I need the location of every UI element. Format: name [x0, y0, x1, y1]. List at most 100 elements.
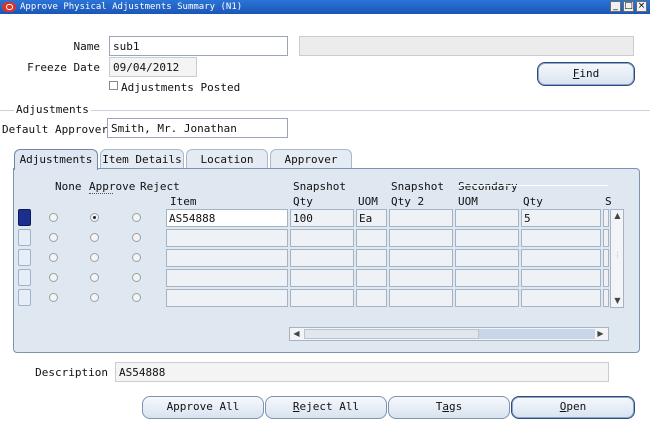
reject-radio[interactable] [132, 293, 141, 302]
cell-sec_uom[interactable] [455, 269, 519, 287]
col-header-secondary-uom: UOM [458, 195, 478, 208]
reject-radio[interactable] [132, 273, 141, 282]
cell-qty[interactable]: 100 [290, 209, 354, 227]
freeze-date-label: Freeze Date [27, 61, 100, 74]
col-header-snapshot-top: Snapshot [293, 180, 346, 193]
minimize-button[interactable]: _ [610, 1, 621, 12]
none-radio[interactable] [49, 233, 58, 242]
cell-sec_uom[interactable] [455, 289, 519, 307]
cell-sec_qty[interactable] [521, 289, 601, 307]
freeze-date-field[interactable]: 09/04/2012 [109, 57, 197, 77]
col-header-snapshot-qty2: Qty 2 [391, 195, 425, 208]
row-indicator[interactable] [18, 229, 31, 246]
cell-qty[interactable] [290, 249, 354, 267]
col-header-uom: UOM [358, 195, 378, 208]
reject-radio[interactable] [132, 253, 141, 262]
secondary-group-line [458, 185, 608, 186]
none-radio[interactable] [49, 293, 58, 302]
cell-item[interactable] [166, 249, 288, 267]
cell-sec_uom[interactable] [455, 229, 519, 247]
cell-qty2[interactable] [389, 269, 453, 287]
adjustments-posted-label: Adjustments Posted [121, 81, 241, 94]
cell-trunc[interactable] [603, 289, 609, 307]
section-divider [0, 110, 650, 111]
col-header-secondary-top: Secondary [458, 180, 518, 193]
vertical-scrollbar[interactable]: ▲ ⋮ ▼ [610, 209, 624, 308]
tab-item-details[interactable]: Item Details [100, 149, 184, 169]
row-indicator[interactable] [18, 249, 31, 266]
horizontal-scrollbar[interactable]: ◀ ▶ [289, 327, 609, 341]
adjustments-section-title: Adjustments [14, 103, 91, 116]
cell-uom[interactable]: Ea [356, 209, 387, 227]
cell-qty2[interactable] [389, 249, 453, 267]
cell-item[interactable] [166, 269, 288, 287]
tab-approver[interactable]: Approver [270, 149, 352, 169]
approve-radio[interactable] [90, 293, 99, 302]
col-header-snapshot-qty: Qty [293, 195, 313, 208]
approve-radio[interactable] [90, 273, 99, 282]
name-field[interactable]: sub1 [109, 36, 288, 56]
cell-sec_uom[interactable] [455, 249, 519, 267]
tags-button[interactable]: Tags [388, 396, 510, 419]
row-indicator[interactable] [18, 209, 31, 226]
cell-trunc[interactable] [603, 269, 609, 287]
scroll-up-icon[interactable]: ▲ [613, 211, 622, 220]
name-description-field[interactable] [299, 36, 634, 56]
adjustments-posted-checkbox[interactable] [109, 81, 118, 90]
close-button[interactable]: × [636, 1, 647, 12]
cell-uom[interactable] [356, 249, 387, 267]
cell-qty[interactable] [290, 289, 354, 307]
default-approver-field[interactable]: Smith, Mr. Jonathan [107, 118, 288, 138]
approve-radio[interactable] [90, 233, 99, 242]
cell-item[interactable]: AS54888 [166, 209, 288, 227]
reject-all-button[interactable]: Reject All [265, 396, 387, 419]
approve-radio[interactable] [90, 213, 99, 222]
cell-trunc[interactable] [603, 249, 609, 267]
tab-adjustments[interactable]: Adjustments [14, 149, 98, 170]
cell-trunc[interactable] [603, 209, 609, 227]
cell-item[interactable] [166, 289, 288, 307]
default-approver-label: Default Approver [2, 123, 108, 136]
approve-radio[interactable] [90, 253, 99, 262]
none-radio[interactable] [49, 253, 58, 262]
cell-qty[interactable] [290, 229, 354, 247]
cell-sec_qty[interactable] [521, 229, 601, 247]
cell-sec_uom[interactable] [455, 209, 519, 227]
cell-uom[interactable] [356, 269, 387, 287]
col-header-truncated: S [605, 195, 612, 208]
description-field[interactable]: AS54888 [115, 362, 609, 382]
cell-qty2[interactable] [389, 229, 453, 247]
cell-uom[interactable] [356, 289, 387, 307]
cell-sec_qty[interactable] [521, 249, 601, 267]
reject-radio[interactable] [132, 213, 141, 222]
row-indicator[interactable] [18, 289, 31, 306]
maximize-button[interactable]: □ [623, 1, 634, 12]
col-header-none: None [55, 180, 82, 193]
none-radio[interactable] [49, 213, 58, 222]
cell-sec_qty[interactable] [521, 269, 601, 287]
reject-radio[interactable] [132, 233, 141, 242]
none-radio[interactable] [49, 273, 58, 282]
col-header-reject: Reject [140, 180, 180, 193]
col-header-secondary-qty: Qty [523, 195, 543, 208]
col-header-snapshot2-top: Snapshot [391, 180, 444, 193]
scroll-left-icon[interactable]: ◀ [292, 329, 301, 338]
cell-qty[interactable] [290, 269, 354, 287]
cell-uom[interactable] [356, 229, 387, 247]
cell-trunc[interactable] [603, 229, 609, 247]
cell-sec_qty[interactable]: 5 [521, 209, 601, 227]
open-button[interactable]: Open [511, 396, 635, 419]
cell-qty2[interactable] [389, 289, 453, 307]
cell-qty2[interactable] [389, 209, 453, 227]
horizontal-scroll-thumb[interactable] [304, 329, 479, 339]
approve-all-button[interactable]: Approve All [142, 396, 264, 419]
col-header-item: Item [170, 195, 197, 208]
tab-location[interactable]: Location [186, 149, 268, 169]
scroll-grip-icon[interactable]: ⋮ [613, 251, 622, 259]
oracle-logo-icon [2, 2, 16, 12]
row-indicator[interactable] [18, 269, 31, 286]
scroll-right-icon[interactable]: ▶ [596, 329, 605, 338]
cell-item[interactable] [166, 229, 288, 247]
find-button[interactable]: Find [537, 62, 635, 86]
scroll-down-icon[interactable]: ▼ [613, 296, 622, 305]
